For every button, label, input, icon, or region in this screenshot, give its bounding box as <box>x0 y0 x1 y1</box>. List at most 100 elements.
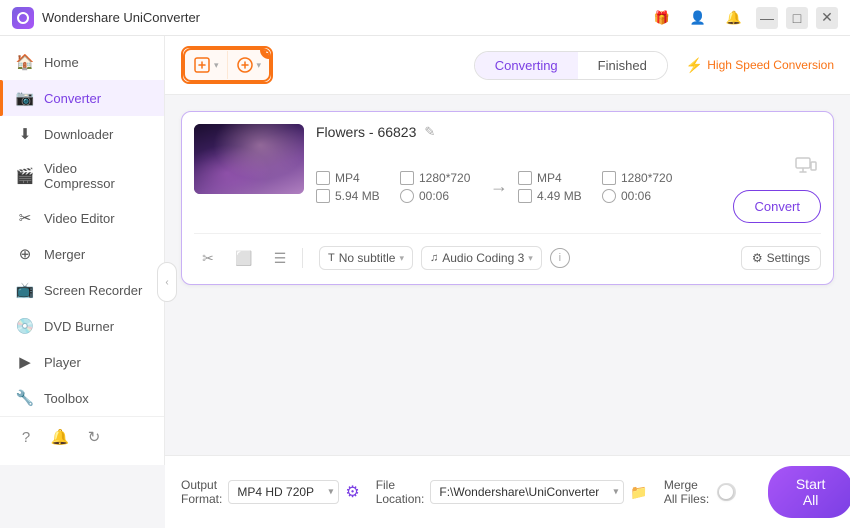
trim-icon[interactable]: ✂ <box>194 244 222 272</box>
bell-icon-btn[interactable]: 🔔 <box>720 4 748 32</box>
file-card: Flowers - 66823 ✎ MP4 <box>181 111 834 285</box>
start-all-button[interactable]: Start All <box>768 466 850 518</box>
file-actions-right: Convert <box>733 150 821 223</box>
audio-value: Audio Coding 3 <box>442 251 524 265</box>
audio-chevron: ▾ <box>528 253 533 264</box>
sidebar-item-downloader[interactable]: ⬇ Downloader <box>0 116 164 152</box>
settings-gear-icon: ⚙ <box>752 251 763 265</box>
sidebar-item-converter[interactable]: 📷 Converter <box>0 80 164 116</box>
subtitle-chevron: ▾ <box>399 253 404 264</box>
source-resolution: 1280*720 <box>419 171 470 185</box>
gift-icon-btn[interactable]: 🎁 <box>648 4 676 32</box>
add-file-group: 2 ▾ ▾ <box>181 46 273 84</box>
gift-icon: 🎁 <box>654 10 670 26</box>
high-speed-button[interactable]: ⚡ High Speed Conversion <box>686 57 834 74</box>
merge-label: Merge All Files: <box>664 478 711 506</box>
content-area: 2 ▾ ▾ <box>165 36 850 528</box>
target-resolution: 1280*720 <box>621 171 672 185</box>
video-compressor-icon: 🎬 <box>16 167 34 185</box>
sidebar-item-merger[interactable]: ⊕ Merger <box>0 236 164 272</box>
lightning-icon: ⚡ <box>686 57 703 74</box>
tab-converting[interactable]: Converting <box>475 52 578 79</box>
sidebar-item-merger-label: Merger <box>44 247 85 262</box>
merge-toggle[interactable] <box>717 483 736 501</box>
main-layout: 🏠 Home 📷 Converter ⬇ Downloader 🎬 Video … <box>0 36 850 528</box>
file-location-select[interactable]: F:\Wondershare\UniConverter <box>430 480 624 504</box>
settings-label: Settings <box>767 251 810 265</box>
user-icon-btn[interactable]: 👤 <box>684 4 712 32</box>
add-file-button[interactable]: ▾ <box>185 50 227 80</box>
minimize-button[interactable]: — <box>756 7 778 29</box>
size-icon <box>316 189 330 203</box>
sidebar-item-downloader-label: Downloader <box>44 127 113 142</box>
output-settings-icon[interactable]: ⚙ <box>345 482 359 502</box>
tab-finished[interactable]: Finished <box>578 52 667 79</box>
close-button[interactable]: ✕ <box>816 7 838 29</box>
add-batch-chevron: ▾ <box>257 60 262 71</box>
target-format-icon <box>518 171 532 185</box>
sidebar-item-video-compressor[interactable]: 🎬 Video Compressor <box>0 152 164 200</box>
notification-icon[interactable]: 🔔 <box>50 427 70 447</box>
file-name-row: Flowers - 66823 ✎ <box>316 124 821 140</box>
subtitle-icon: T <box>328 252 335 264</box>
logo-inner <box>17 12 29 24</box>
home-icon: 🏠 <box>16 53 34 71</box>
sidebar-collapse-button[interactable]: ‹ <box>157 262 177 302</box>
merge-field: Merge All Files: <box>664 478 736 506</box>
folder-icon[interactable]: 📁 <box>630 484 647 501</box>
target-resolution-icon <box>602 171 616 185</box>
sidebar-item-player-label: Player <box>44 355 81 370</box>
sidebar-item-toolbox[interactable]: 🔧 Toolbox <box>0 380 164 416</box>
convert-button[interactable]: Convert <box>733 190 821 223</box>
info-icon[interactable]: i <box>550 248 570 268</box>
player-icon: ▶ <box>16 353 34 371</box>
convert-arrow-icon: → <box>484 176 514 197</box>
sidebar-item-player[interactable]: ▶ Player <box>0 344 164 380</box>
downloader-icon: ⬇ <box>16 125 34 143</box>
tab-group: Converting Finished <box>474 51 668 80</box>
add-button-container: 2 ▾ ▾ <box>183 48 271 82</box>
file-meta-row: MP4 5.94 MB 1280*720 <box>316 150 821 223</box>
settings-button[interactable]: ⚙ Settings <box>741 246 821 270</box>
source-duration-item: 00:06 <box>400 189 480 203</box>
titlebar-actions: 🎁 👤 🔔 — □ ✕ <box>648 4 838 32</box>
source-resolution-item: 1280*720 <box>400 171 480 185</box>
device-icon[interactable] <box>789 150 821 182</box>
add-file-icon <box>193 56 211 74</box>
sidebar-item-screen-recorder[interactable]: 📺 Screen Recorder <box>0 272 164 308</box>
subtitle-select[interactable]: T No subtitle ▾ <box>319 246 413 270</box>
source-format: MP4 <box>335 171 360 185</box>
maximize-button[interactable]: □ <box>786 7 808 29</box>
sidebar: 🏠 Home 📷 Converter ⬇ Downloader 🎬 Video … <box>0 36 165 465</box>
file-info: Flowers - 66823 ✎ MP4 <box>316 124 821 223</box>
format-icon <box>316 171 330 185</box>
file-location-label: File Location: <box>376 478 425 506</box>
resolution-icon <box>400 171 414 185</box>
edit-filename-icon[interactable]: ✎ <box>424 124 435 140</box>
sidebar-item-toolbox-label: Toolbox <box>44 391 89 406</box>
source-size: 5.94 MB <box>335 189 380 203</box>
sidebar-item-video-editor[interactable]: ✂ Video Editor <box>0 200 164 236</box>
help-icon[interactable]: ? <box>16 427 36 447</box>
crop-icon[interactable]: ⬜ <box>230 244 258 272</box>
file-thumbnail <box>194 124 304 194</box>
source-meta: MP4 5.94 MB <box>316 171 396 203</box>
thumbnail-image <box>194 124 304 194</box>
sidebar-item-home[interactable]: 🏠 Home <box>0 44 164 80</box>
audio-select[interactable]: ♫ Audio Coding 3 ▾ <box>421 246 542 270</box>
file-location-field: File Location: F:\Wondershare\UniConvert… <box>376 478 648 506</box>
sidebar-item-dvd-burner[interactable]: 💿 DVD Burner <box>0 308 164 344</box>
bell-icon: 🔔 <box>726 10 742 26</box>
target-meta: MP4 4.49 MB <box>518 171 598 203</box>
duration-icon <box>400 189 414 203</box>
target-size-icon <box>518 189 532 203</box>
speed-label: High Speed Conversion <box>707 58 834 72</box>
file-card-bottom: ✂ ⬜ ☰ T No subtitle ▾ ♫ Audio Coding 3 ▾ <box>194 233 821 272</box>
source-duration: 00:06 <box>419 189 449 203</box>
source-format-item: MP4 <box>316 171 396 185</box>
effects-icon[interactable]: ☰ <box>266 244 294 272</box>
screen-recorder-icon: 📺 <box>16 281 34 299</box>
main-toolbar: 2 ▾ ▾ <box>165 36 850 95</box>
output-format-select[interactable]: MP4 HD 720P <box>228 480 339 504</box>
refresh-icon[interactable]: ↻ <box>84 427 104 447</box>
